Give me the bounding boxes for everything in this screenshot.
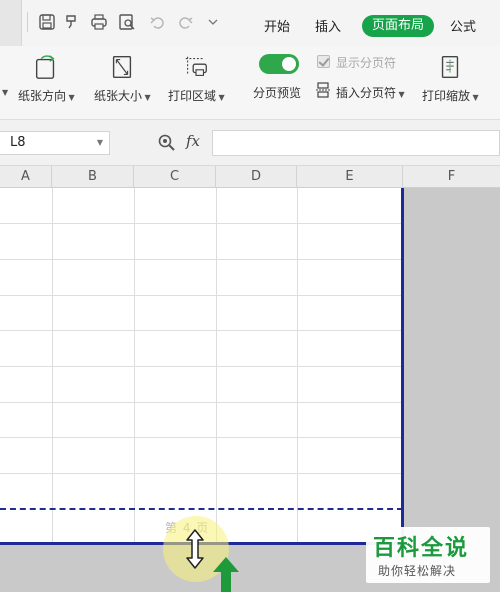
- page-boundary-right[interactable]: [401, 188, 404, 546]
- paper-size-button[interactable]: 纸张大小 ▼: [94, 46, 151, 104]
- tab-start[interactable]: 开始: [264, 16, 290, 35]
- zoom-search-icon[interactable]: [157, 133, 177, 153]
- ribbon-page-layout: ▼ 纸张方向 ▼ 纸张大小 ▼ 打印区域 ▼ 分页预览 显示分页符 插入分页符 …: [0, 46, 500, 158]
- print-preview-icon[interactable]: [117, 12, 137, 32]
- page-orientation-icon: [31, 52, 61, 82]
- arrow-up-icon: [213, 557, 239, 592]
- column-header-e[interactable]: E: [297, 166, 403, 188]
- page-break-preview-toggle[interactable]: [259, 54, 299, 74]
- page-break-preview-label: 分页预览: [253, 86, 302, 100]
- watermark-title: 百科全说: [373, 536, 470, 561]
- page-break-dashed-line[interactable]: [0, 508, 403, 510]
- redo-icon[interactable]: [175, 12, 195, 32]
- paper-orientation-button[interactable]: 纸张方向 ▼: [18, 46, 75, 104]
- column-header-a[interactable]: A: [0, 166, 52, 188]
- print-area-icon: [181, 52, 211, 82]
- grid-line: [0, 295, 403, 296]
- tab-insert[interactable]: 插入: [315, 16, 341, 35]
- chevron-down-icon[interactable]: ▼: [97, 132, 103, 154]
- print-area-button[interactable]: 打印区域 ▼: [168, 46, 225, 104]
- format-painter-icon[interactable]: [62, 12, 82, 32]
- resize-vertical-cursor-icon: [186, 529, 204, 569]
- paper-size-icon: [107, 52, 137, 82]
- tab-formula[interactable]: 公式: [450, 16, 476, 35]
- chevron-down-icon[interactable]: ▼: [2, 88, 8, 97]
- insert-page-break-label: 插入分页符: [336, 86, 397, 100]
- grid-line: [0, 437, 403, 438]
- more-dropdown-icon[interactable]: [203, 12, 223, 32]
- column-header-c[interactable]: C: [134, 166, 216, 188]
- insert-page-break-button[interactable]: 插入分页符 ▼: [336, 84, 405, 101]
- grid-line: [0, 402, 403, 403]
- show-page-breaks-label: 显示分页符: [336, 56, 397, 70]
- worksheet-grid[interactable]: 第 4 页: [0, 188, 403, 544]
- column-header-row: A B C D E F: [0, 166, 500, 188]
- formula-bar: L8 ▼ fx: [0, 120, 500, 166]
- grid-line: [0, 259, 403, 260]
- column-header-b[interactable]: B: [52, 166, 134, 188]
- toolbar-divider: [27, 12, 28, 32]
- grid-line: [0, 223, 403, 224]
- quick-access-toolbar: 开始 插入 页面布局 公式: [0, 0, 500, 46]
- paper-size-label: 纸张大小: [94, 89, 143, 103]
- grid-line: [0, 473, 403, 474]
- undo-icon[interactable]: [148, 12, 168, 32]
- print-scaling-label: 打印缩放: [422, 89, 471, 103]
- toggle-knob: [282, 57, 296, 71]
- print-area-label: 打印区域: [168, 89, 217, 103]
- grid-line: [0, 330, 403, 331]
- print-scaling-button[interactable]: 打印缩放 ▼: [422, 46, 479, 104]
- grid-line: [0, 366, 403, 367]
- insert-page-break-icon[interactable]: [316, 82, 330, 98]
- column-header-f[interactable]: F: [403, 166, 500, 188]
- save-icon[interactable]: [37, 12, 57, 32]
- print-icon[interactable]: [89, 12, 109, 32]
- watermark-subtitle: 助你轻松解决: [378, 564, 457, 578]
- function-button[interactable]: fx: [186, 132, 200, 150]
- cell-reference: L8: [10, 135, 26, 150]
- window-edge: [0, 0, 22, 46]
- name-box[interactable]: L8 ▼: [0, 131, 110, 155]
- show-page-breaks-checkbox[interactable]: [317, 55, 330, 68]
- paper-orientation-label: 纸张方向: [18, 89, 67, 103]
- column-header-d[interactable]: D: [216, 166, 297, 188]
- tab-page-layout[interactable]: 页面布局: [362, 15, 434, 37]
- formula-input[interactable]: [212, 130, 500, 156]
- print-scaling-icon: [435, 52, 465, 82]
- watermark-logo: 百科全说 助你轻松解决: [366, 527, 490, 583]
